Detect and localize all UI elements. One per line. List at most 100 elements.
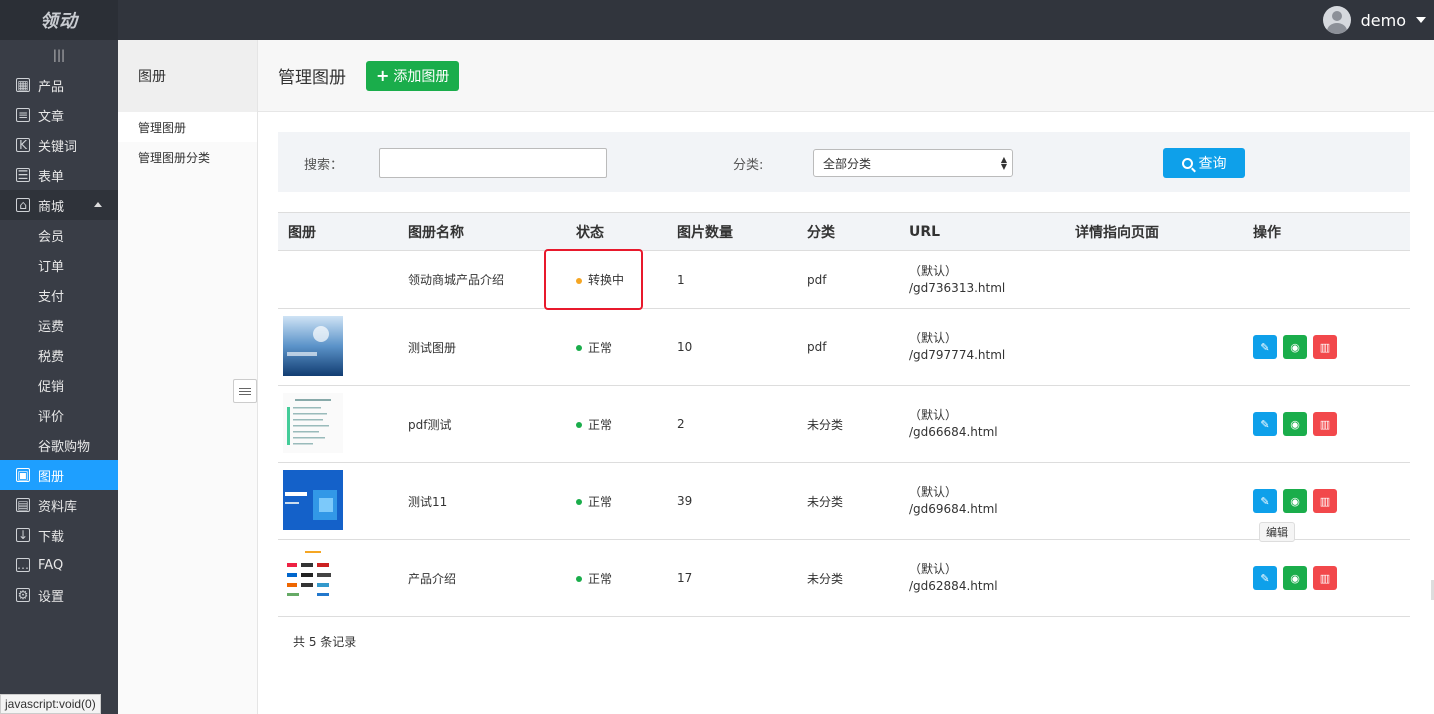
album-url[interactable]: （默认） /gd62884.html — [899, 540, 1065, 617]
album-name: 测试图册 — [408, 340, 457, 355]
caret-down-icon — [1416, 17, 1426, 23]
user-menu[interactable]: demo — [1322, 0, 1426, 40]
album-thumbnail[interactable] — [278, 386, 398, 463]
trash-icon: ▥ — [1319, 571, 1331, 585]
status-text: 正常 — [588, 494, 613, 509]
sidebar-item-label: 文章 — [38, 109, 65, 125]
sidebar-item-keywords[interactable]: K 关键词 — [0, 130, 118, 160]
album-detail-page — [1065, 386, 1243, 463]
sidebar-item-orders[interactable]: 订单 — [0, 250, 118, 280]
url-path: /gd736313.html — [909, 280, 1006, 295]
subpanel-title: 图册 — [118, 40, 257, 112]
album-status: 正常 — [566, 540, 667, 617]
sidebar-item-label: 订单 — [38, 259, 65, 275]
search-input[interactable] — [379, 148, 607, 178]
album-name: 产品介绍 — [408, 571, 457, 586]
album-thumbnail[interactable] — [278, 540, 398, 617]
edit-button[interactable]: ✎ — [1253, 412, 1277, 436]
album-count: 1 — [677, 272, 685, 287]
table-row: 测试图册 正常 10 pdf （默认） /gd797774.html ✎ ◉ ▥ — [278, 309, 1410, 386]
album-thumbnail[interactable] — [278, 463, 398, 540]
panel-toggle-icon[interactable] — [233, 379, 257, 403]
table-header-row: 图册 图册名称 状态 图片数量 分类 URL 详情指向页面 操作 — [278, 212, 1410, 251]
keyword-icon: K — [16, 138, 30, 152]
sidebar-item-label: 下载 — [38, 529, 65, 545]
sidebar-item-members[interactable]: 会员 — [0, 220, 118, 250]
edit-button[interactable]: ✎ — [1253, 566, 1277, 590]
delete-button[interactable]: ▥ — [1313, 489, 1337, 513]
sidebar-item-faq[interactable]: … FAQ — [0, 550, 118, 580]
sidebar-item-shipping[interactable]: 运费 — [0, 310, 118, 340]
user-name: demo — [1360, 10, 1406, 30]
sidebar-item-settings[interactable]: ⚙ 设置 — [0, 580, 118, 610]
add-album-button[interactable]: + 添加图册 — [366, 60, 460, 91]
status-dot-icon — [576, 576, 582, 582]
shop-icon: ⌂ — [16, 198, 30, 212]
trash-icon: ▥ — [1319, 417, 1331, 431]
sidebar-item-forms[interactable]: ☰ 表单 — [0, 160, 118, 190]
album-url[interactable]: （默认） /gd66684.html — [899, 386, 1065, 463]
col-header-url: URL — [909, 223, 941, 240]
status-highlight-box — [544, 249, 643, 310]
faq-icon: … — [16, 558, 30, 572]
album-detail-page — [1065, 540, 1243, 617]
search-label: 搜索： — [304, 158, 344, 173]
sub-link-manage-albums[interactable]: 管理图册 — [118, 112, 257, 142]
sidebar: ||| ▦ 产品 ≡ 文章 K 关键词 ☰ 表单 ⌂ 商城 会员 订单 支付 运费 税费 … — [0, 40, 118, 714]
trash-icon: ▥ — [1319, 340, 1331, 354]
top-bar: 领动 demo — [0, 0, 1434, 40]
album-detail-page — [1065, 251, 1243, 309]
eye-icon: ◉ — [1290, 340, 1300, 354]
avatar — [1322, 6, 1351, 34]
album-status: 正常 — [566, 463, 667, 540]
delete-button[interactable]: ▥ — [1313, 566, 1337, 590]
col-header-status: 状态 — [576, 224, 604, 241]
view-button[interactable]: ◉ — [1283, 489, 1307, 513]
album-detail-page — [1065, 309, 1243, 386]
edit-button[interactable]: ✎ — [1253, 489, 1277, 513]
query-button[interactable]: 查询 — [1163, 148, 1245, 178]
url-default: （默认） — [909, 485, 958, 499]
sidebar-item-label: 表单 — [38, 169, 65, 185]
album-thumbnail[interactable] — [278, 309, 398, 386]
sidebar-item-label: 促销 — [38, 379, 65, 395]
album-actions: ✎ ◉ ▥ — [1243, 386, 1410, 463]
sidebar-item-reviews[interactable]: 评价 — [0, 400, 118, 430]
view-button[interactable]: ◉ — [1283, 566, 1307, 590]
edit-icon: ✎ — [1260, 417, 1270, 431]
category-select[interactable]: 全部分类 ▲ ▼ — [813, 149, 1013, 177]
album-name: 测试11 — [408, 494, 448, 509]
sidebar-item-library[interactable]: ▤ 资料库 — [0, 490, 118, 520]
album-url[interactable]: （默认） /gd736313.html — [899, 251, 1065, 309]
sidebar-item-albums[interactable]: ▣ 图册 — [0, 460, 118, 490]
album-thumbnail-image — [283, 546, 343, 607]
sidebar-item-google-shopping[interactable]: 谷歌购物 — [0, 430, 118, 460]
album-url[interactable]: （默认） /gd797774.html — [899, 309, 1065, 386]
col-header-album: 图册 — [288, 224, 316, 241]
sidebar-item-tax[interactable]: 税费 — [0, 340, 118, 370]
sidebar-item-label: 资料库 — [38, 499, 78, 515]
view-button[interactable]: ◉ — [1283, 335, 1307, 359]
edit-button[interactable]: ✎ — [1253, 335, 1277, 359]
view-button[interactable]: ◉ — [1283, 412, 1307, 436]
sidebar-item-promotions[interactable]: 促销 — [0, 370, 118, 400]
table-row: 领动商城产品介绍 转换中 1 pdf （默认）/gd736313.html — [278, 251, 1410, 309]
delete-button[interactable]: ▥ — [1313, 412, 1337, 436]
sidebar-collapse-button[interactable]: ||| — [0, 40, 118, 70]
browser-status-bar: javascript:void(0) — [0, 694, 101, 714]
select-arrows-icon: ▲ ▼ — [1000, 155, 1007, 171]
delete-button[interactable]: ▥ — [1313, 335, 1337, 359]
sidebar-item-downloads[interactable]: ↓ 下载 — [0, 520, 118, 550]
album-icon: ▣ — [16, 468, 30, 482]
sidebar-item-articles[interactable]: ≡ 文章 — [0, 100, 118, 130]
sidebar-item-payment[interactable]: 支付 — [0, 280, 118, 310]
sub-link-album-categories[interactable]: 管理图册分类 — [118, 142, 257, 172]
sidebar-item-shop[interactable]: ⌂ 商城 — [0, 190, 118, 220]
sidebar-item-products[interactable]: ▦ 产品 — [0, 70, 118, 100]
album-actions: ✎ ◉ ▥ — [1243, 540, 1410, 617]
status-text: 正常 — [588, 417, 613, 432]
logo[interactable]: 领动 — [0, 0, 118, 40]
edit-icon: ✎ — [1260, 340, 1270, 354]
album-url[interactable]: （默认） /gd69684.html — [899, 463, 1065, 540]
album-thumbnail-image — [283, 469, 343, 530]
